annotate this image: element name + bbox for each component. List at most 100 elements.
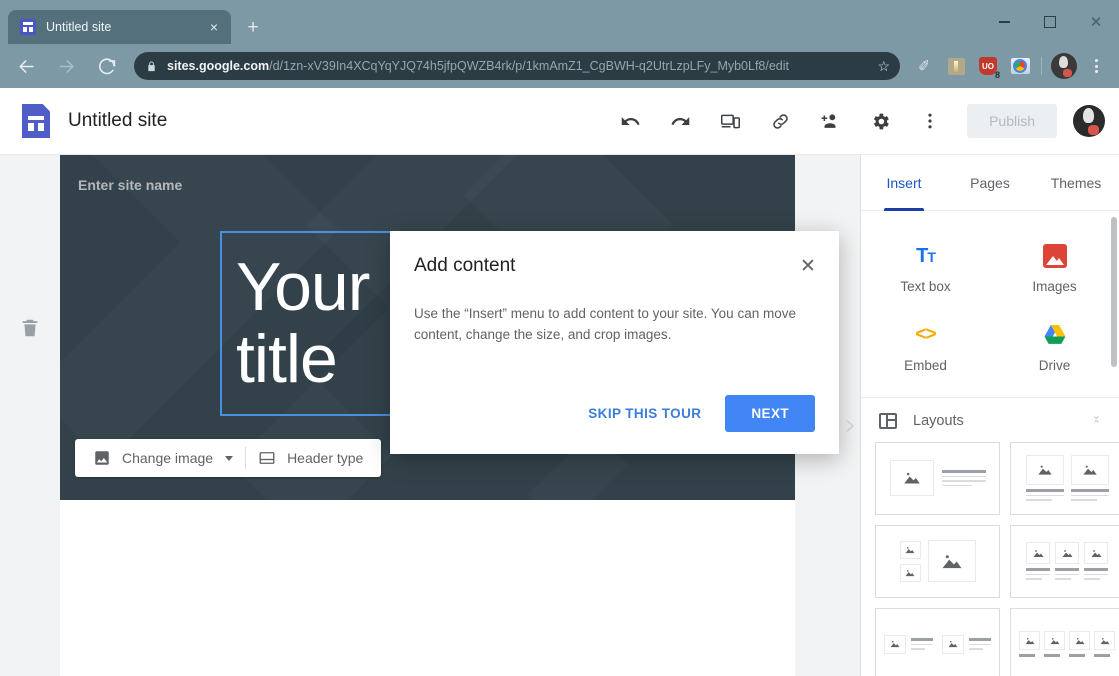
insert-text-box-label: Text box bbox=[900, 279, 951, 294]
insert-drive[interactable]: Drive bbox=[990, 310, 1119, 389]
site-name-input[interactable]: Enter site name bbox=[78, 177, 182, 193]
layout-option-1[interactable] bbox=[875, 441, 1000, 515]
layout-columns bbox=[899, 540, 976, 583]
layout-image-placeholder bbox=[1044, 631, 1065, 651]
layout-image-placeholder bbox=[884, 634, 906, 654]
browser-window: Untitled site × + ✕ sites.google.com/d/1… bbox=[0, 0, 1119, 676]
next-button[interactable]: NEXT bbox=[725, 395, 815, 432]
layout-option-4[interactable] bbox=[1010, 524, 1119, 598]
add-editors-button[interactable] bbox=[810, 101, 850, 141]
chrome-app-extension-icon[interactable] bbox=[1007, 53, 1033, 79]
minimize-icon[interactable] bbox=[981, 6, 1027, 38]
layout-columns bbox=[884, 634, 991, 654]
toolbar-divider bbox=[1041, 57, 1042, 75]
layouts-title: Layouts bbox=[913, 412, 964, 429]
insert-side-panel: Insert Pages Themes TT Text box Images <… bbox=[860, 155, 1119, 676]
layout-text-lines bbox=[1019, 654, 1040, 657]
publish-button[interactable]: Publish bbox=[967, 104, 1057, 138]
panel-scrollbar-thumb[interactable] bbox=[1111, 217, 1117, 367]
text-box-icon: TT bbox=[916, 244, 936, 267]
tab-themes[interactable]: Themes bbox=[1033, 155, 1119, 210]
chevron-down-icon[interactable] bbox=[225, 455, 234, 461]
window-controls: ✕ bbox=[981, 0, 1119, 44]
profile-avatar[interactable] bbox=[1051, 53, 1077, 79]
layout-text-lines bbox=[911, 638, 933, 650]
layout-image-placeholder bbox=[899, 540, 921, 559]
insert-images[interactable]: Images bbox=[990, 231, 1119, 310]
layout-option-6[interactable] bbox=[1010, 607, 1119, 676]
layout-image-placeholder bbox=[1069, 631, 1090, 651]
new-tab-button[interactable]: + bbox=[239, 13, 267, 41]
header-type-icon bbox=[258, 449, 276, 467]
banner-toolbar: Change image Header type bbox=[75, 439, 382, 477]
layout-image-placeholder bbox=[1026, 542, 1050, 565]
tab-title: Untitled site bbox=[46, 20, 112, 34]
copy-link-button[interactable] bbox=[760, 101, 800, 141]
layout-option-3[interactable] bbox=[875, 524, 1000, 598]
header-actions: Publish bbox=[605, 101, 1105, 141]
address-bar[interactable]: sites.google.com/d/1zn-xV39In4XCqYqYJQ74… bbox=[134, 52, 900, 80]
close-window-icon[interactable]: ✕ bbox=[1073, 6, 1119, 38]
page-content-area[interactable] bbox=[60, 500, 795, 676]
change-image-button[interactable]: Change image bbox=[81, 439, 245, 477]
tab-insert[interactable]: Insert bbox=[861, 155, 947, 210]
header-type-button[interactable]: Header type bbox=[246, 439, 375, 477]
settings-button[interactable] bbox=[860, 101, 900, 141]
more-button[interactable] bbox=[910, 101, 950, 141]
back-arrow-icon[interactable] bbox=[10, 50, 42, 82]
insert-drive-label: Drive bbox=[1038, 358, 1071, 373]
skip-tour-button[interactable]: SKIP THIS TOUR bbox=[574, 396, 715, 431]
quill-extension-icon[interactable]: ✐ bbox=[911, 53, 937, 79]
panel-scroll-area: TT Text box Images <> Embed Drive Layout… bbox=[861, 211, 1119, 676]
account-avatar[interactable] bbox=[1073, 105, 1105, 137]
change-image-label: Change image bbox=[122, 450, 214, 466]
add-content-dialog: Add content ✕ Use the “Insert” menu to a… bbox=[390, 231, 839, 454]
drive-icon bbox=[1042, 320, 1068, 350]
uo-shield-extension-icon[interactable]: UO 8 bbox=[975, 53, 1001, 80]
embed-icon: <> bbox=[915, 324, 936, 345]
yellow-extension-icon[interactable] bbox=[943, 53, 969, 79]
reload-icon[interactable] bbox=[90, 50, 122, 82]
browser-tab[interactable]: Untitled site × bbox=[8, 10, 231, 44]
chrome-menu-icon[interactable] bbox=[1083, 53, 1109, 79]
google-sites-logo-icon bbox=[22, 104, 50, 138]
layout-columns bbox=[1025, 455, 1109, 501]
preview-button[interactable] bbox=[710, 101, 750, 141]
layout-text-lines bbox=[1026, 568, 1050, 580]
extension-badge-count: 8 bbox=[994, 70, 1000, 80]
insert-text-box[interactable]: TT Text box bbox=[861, 231, 990, 310]
forward-arrow-icon[interactable] bbox=[50, 50, 82, 82]
layout-columns bbox=[1019, 631, 1115, 657]
insert-images-label: Images bbox=[1032, 279, 1077, 294]
layout-image-placeholder bbox=[1094, 631, 1115, 651]
images-icon bbox=[1042, 241, 1067, 271]
layouts-grid bbox=[861, 436, 1119, 676]
tab-close-icon[interactable]: × bbox=[205, 18, 223, 36]
undo-button[interactable] bbox=[610, 101, 650, 141]
redo-button[interactable] bbox=[660, 101, 700, 141]
insert-embed[interactable]: <> Embed bbox=[861, 310, 990, 389]
close-icon[interactable]: ✕ bbox=[795, 253, 821, 279]
layout-text-lines bbox=[1025, 489, 1064, 501]
tab-pages[interactable]: Pages bbox=[947, 155, 1033, 210]
layout-columns bbox=[1026, 542, 1108, 580]
layout-image-placeholder bbox=[942, 634, 964, 654]
expand-panel-handle[interactable] bbox=[838, 155, 860, 676]
layout-option-5[interactable] bbox=[875, 607, 1000, 676]
bookmark-star-icon[interactable]: ☆ bbox=[877, 58, 890, 75]
layout-text-lines bbox=[1070, 489, 1109, 501]
layouts-section-header[interactable]: Layouts ⌄ ⌃ bbox=[861, 397, 1119, 436]
layout-option-2[interactable] bbox=[1010, 441, 1119, 515]
url-path: /d/1zn-xV39In4XCqYqYJQ74h5jfpQWZB4rk/p/1… bbox=[269, 59, 790, 73]
site-title[interactable]: Untitled site bbox=[68, 110, 167, 132]
maximize-icon[interactable] bbox=[1027, 6, 1073, 38]
lock-icon bbox=[144, 60, 158, 73]
trash-icon[interactable] bbox=[19, 316, 41, 340]
tab-strip: Untitled site × + ✕ bbox=[0, 0, 1119, 44]
dialog-title: Add content bbox=[414, 255, 516, 276]
collapse-icon[interactable]: ⌄ ⌃ bbox=[1092, 411, 1101, 431]
layout-image-placeholder bbox=[1025, 455, 1064, 486]
dialog-actions: SKIP THIS TOUR NEXT bbox=[574, 395, 815, 432]
layout-text-lines bbox=[1044, 654, 1065, 657]
browser-toolbar: sites.google.com/d/1zn-xV39In4XCqYqYJQ74… bbox=[0, 44, 1119, 88]
